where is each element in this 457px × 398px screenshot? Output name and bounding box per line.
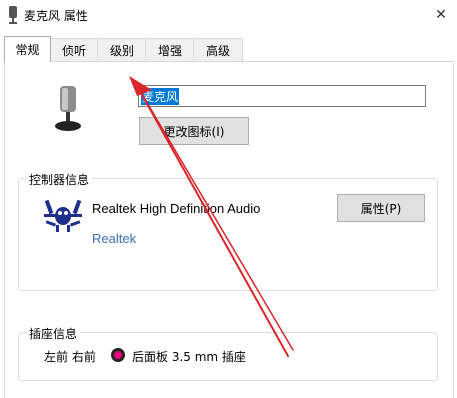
change-icon-button[interactable]: 更改图标(I) — [139, 117, 249, 145]
controller-properties-button[interactable]: 属性(P) — [337, 194, 425, 222]
controller-name: Realtek High Definition Audio — [92, 201, 261, 216]
close-button[interactable]: ✕ — [425, 0, 457, 30]
device-name-input[interactable]: 麦克风 — [138, 85, 426, 107]
realtek-crab-icon — [44, 199, 82, 232]
window-title: 麦克风 属性 — [24, 9, 88, 23]
tab-listen[interactable]: 侦听 — [49, 38, 99, 61]
tab-advanced[interactable]: 高级 — [193, 38, 243, 61]
jack-channels: 左前 右前 — [44, 350, 96, 364]
jack-info-label: 插座信息 — [26, 325, 81, 342]
title-bar: 麦克风 属性 ✕ — [0, 0, 457, 30]
device-name-value: 麦克风 — [141, 87, 180, 105]
controller-info-label: 控制器信息 — [26, 171, 93, 188]
tab-bar: 常规 侦听 级别 增强 高级 — [0, 36, 457, 62]
speaker-icon — [9, 6, 17, 24]
jack-description: 后面板 3.5 mm 插座 — [132, 350, 246, 364]
controller-vendor-link[interactable]: Realtek — [92, 231, 136, 246]
microphone-icon — [55, 86, 81, 131]
close-icon: ✕ — [435, 7, 447, 23]
jack-color-icon — [111, 348, 125, 362]
tab-enhancements[interactable]: 增强 — [145, 38, 195, 61]
tab-levels[interactable]: 级别 — [97, 38, 147, 61]
tab-general[interactable]: 常规 — [4, 36, 51, 62]
